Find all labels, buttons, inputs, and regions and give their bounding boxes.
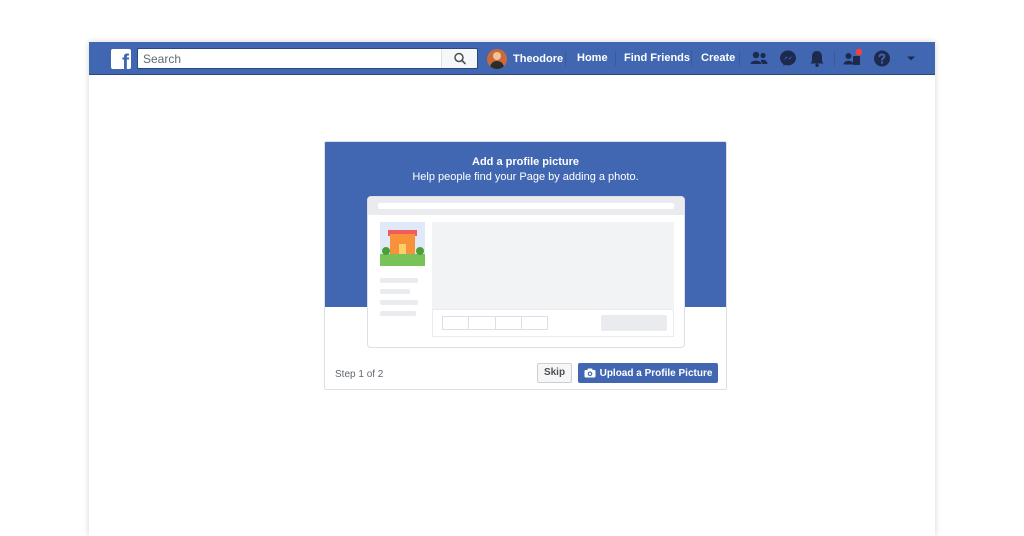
top-navigation-bar: f Theodore Home Find Friends Create — [89, 42, 935, 75]
preview-line — [380, 300, 418, 305]
preview-action-bar — [432, 309, 674, 337]
preview-tabs — [442, 316, 548, 330]
messenger-icon[interactable] — [778, 48, 798, 69]
preview-tab — [469, 317, 496, 329]
help-icon[interactable] — [872, 48, 892, 69]
preview-door — [399, 244, 406, 254]
facebook-logo-icon[interactable]: f — [111, 49, 131, 69]
notifications-icon[interactable] — [807, 48, 827, 69]
search-button[interactable] — [441, 49, 477, 68]
nav-divider — [565, 51, 566, 66]
preview-cover-area — [432, 222, 674, 309]
nav-divider — [834, 51, 835, 66]
nav-home-link[interactable]: Home — [569, 48, 616, 69]
search-icon — [454, 52, 466, 65]
preview-grass — [380, 254, 425, 266]
preview-tab — [496, 317, 522, 329]
search-input[interactable] — [138, 49, 443, 68]
profile-link[interactable]: Theodore — [487, 48, 563, 69]
nav-create-link[interactable]: Create — [693, 48, 743, 69]
camera-icon — [584, 368, 596, 378]
preview-tab — [443, 317, 470, 329]
avatar — [487, 48, 507, 69]
step-indicator: Step 1 of 2 — [335, 369, 384, 380]
user-name: Theodore — [513, 52, 564, 65]
friend-requests-icon[interactable] — [749, 48, 769, 69]
preview-line — [380, 311, 416, 316]
profile-picture-dialog: Add a profile picture Help people find y… — [324, 141, 727, 390]
preview-button — [601, 315, 667, 331]
nav-divider — [691, 51, 692, 66]
nav-find-friends-link[interactable]: Find Friends — [616, 48, 698, 69]
preview-tab — [522, 317, 547, 329]
quick-help-icon[interactable] — [842, 48, 863, 69]
page-preview-illustration — [367, 196, 685, 348]
search-box — [137, 48, 478, 69]
browser-window: f Theodore Home Find Friends Create — [89, 42, 935, 536]
nav-divider — [739, 51, 740, 66]
notification-badge — [855, 48, 863, 56]
preview-tree — [382, 247, 390, 255]
upload-profile-picture-button[interactable]: Upload a Profile Picture — [578, 363, 718, 383]
preview-search-bar — [378, 203, 674, 209]
preview-tree — [416, 247, 424, 255]
upload-button-label: Upload a Profile Picture — [599, 367, 713, 379]
dialog-subtitle: Help people find your Page by adding a p… — [412, 171, 639, 183]
preview-line — [380, 289, 410, 294]
logo-letter: f — [122, 51, 129, 69]
dialog-title: Add a profile picture — [472, 156, 579, 168]
preview-top-bar — [368, 197, 684, 215]
preview-line — [380, 278, 418, 283]
storefront-illustration-icon — [380, 222, 425, 266]
account-menu-icon[interactable] — [901, 48, 921, 69]
skip-button[interactable]: Skip — [537, 363, 572, 383]
